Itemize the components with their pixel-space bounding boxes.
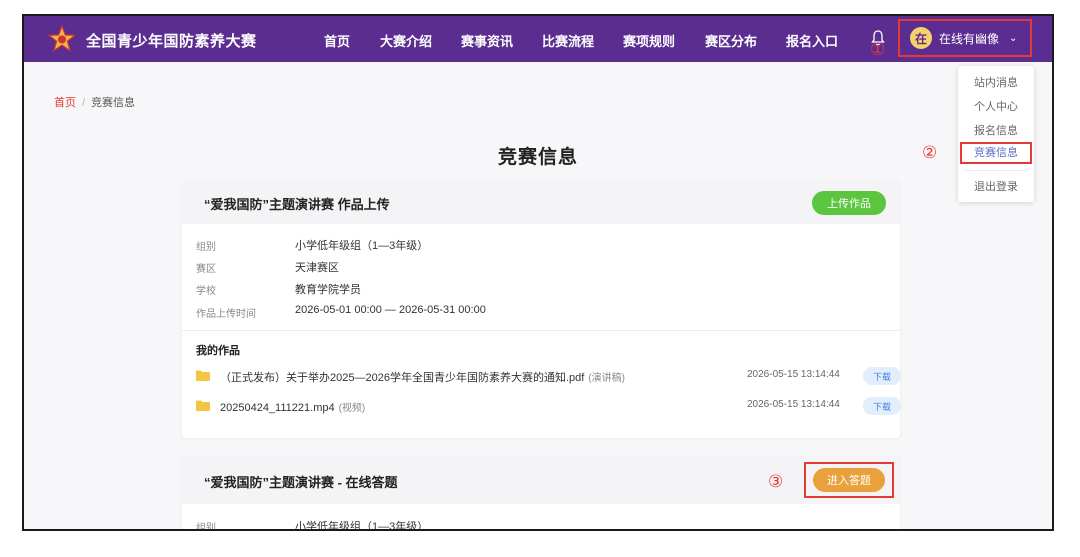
- folder-icon: [196, 370, 210, 381]
- info-value-group: 小学低年级组（1—3年级）: [295, 521, 429, 531]
- menu-item-profile[interactable]: 个人中心: [958, 98, 1034, 114]
- info-value-school: 教育学院学员: [295, 284, 361, 296]
- highlight-box: 进入答题: [804, 462, 894, 498]
- my-works-heading: 我的作品: [196, 345, 240, 357]
- menu-item-registration[interactable]: 报名信息: [958, 122, 1034, 138]
- download-button[interactable]: 下载: [863, 367, 901, 385]
- menu-item-logout[interactable]: 退出登录: [958, 178, 1034, 194]
- competition-card-upload: “爱我国防”主题演讲赛 作品上传 上传作品 组别 小学低年级组（1—3年级） 赛…: [182, 180, 901, 438]
- avatar: 在: [910, 27, 932, 49]
- info-label-group: 组别: [196, 242, 216, 253]
- folder-icon: [196, 400, 210, 411]
- info-label-school: 学校: [196, 286, 216, 297]
- card-title: “爱我国防”主题演讲赛 - 在线答题: [204, 475, 398, 490]
- card-header: “爱我国防”主题演讲赛 作品上传 上传作品: [182, 180, 900, 224]
- nav-news[interactable]: 赛事资讯: [461, 31, 513, 50]
- top-navbar: 全国青少年国防素养大赛 首页 大赛介绍 赛事资讯 比赛流程 赛项规则 赛区分布 …: [24, 16, 1052, 62]
- site-title[interactable]: 全国青少年国防素养大赛: [86, 30, 257, 51]
- nav-regions[interactable]: 赛区分布: [705, 31, 757, 50]
- file-upload-time: 2026-05-15 13:14:44: [747, 369, 840, 380]
- browser-frame: 全国青少年国防素养大赛 首页 大赛介绍 赛事资讯 比赛流程 赛项规则 赛区分布 …: [22, 14, 1054, 531]
- info-label-region: 赛区: [196, 264, 216, 275]
- menu-item-competition-info[interactable]: 竞赛信息: [960, 142, 1032, 164]
- nav-home[interactable]: 首页: [324, 31, 350, 50]
- list-item: （正式发布）关于举办2025—2026学年全国青少年国防素养大赛的通知.pdf(…: [196, 366, 901, 386]
- step-marker-3: ③: [768, 472, 784, 492]
- card-header: “爱我国防”主题演讲赛 - 在线答题 进入答题: [182, 456, 900, 504]
- nav-about[interactable]: 大赛介绍: [380, 31, 432, 50]
- competition-card-quiz: “爱我国防”主题演讲赛 - 在线答题 进入答题 组别 小学低年级组（1—3年级）: [182, 456, 900, 531]
- info-value-region: 天津赛区: [295, 262, 339, 274]
- list-item: 20250424_111221.mp4 (视频) 2026-05-15 13:14…: [196, 396, 901, 416]
- file-name[interactable]: 20250424_111221.mp4 (视频): [220, 399, 365, 414]
- step-marker-1: ①: [870, 40, 886, 60]
- file-type-tag: (视频): [338, 403, 366, 414]
- user-menu-trigger[interactable]: 在 在线有幽像 ⌄: [898, 19, 1032, 57]
- menu-divider: [964, 170, 1028, 171]
- download-button[interactable]: 下载: [863, 397, 901, 415]
- breadcrumb-current: 竞赛信息: [91, 97, 136, 109]
- breadcrumb-home[interactable]: 首页: [54, 97, 76, 109]
- info-value-upload-time: 2026-05-01 00:00 — 2026-05-31 00:00: [295, 304, 486, 316]
- file-upload-time: 2026-05-15 13:14:44: [747, 399, 840, 410]
- menu-item-messages[interactable]: 站内消息: [958, 74, 1034, 90]
- nav-register[interactable]: 报名入口: [786, 31, 838, 50]
- upload-work-button[interactable]: 上传作品: [812, 191, 886, 215]
- info-label-upload-time: 作品上传时间: [196, 309, 256, 320]
- start-quiz-button[interactable]: 进入答题: [813, 468, 885, 492]
- nav-process[interactable]: 比赛流程: [542, 31, 594, 50]
- divider: [182, 330, 900, 331]
- breadcrumb: 首页 / 竞赛信息: [54, 94, 135, 110]
- card-title: “爱我国防”主题演讲赛 作品上传: [204, 197, 390, 212]
- step-marker-2: ②: [922, 143, 938, 163]
- chevron-down-icon: ⌄: [1009, 32, 1018, 44]
- page-title: 竞赛信息: [497, 147, 578, 168]
- file-type-tag: (演讲稿): [588, 373, 625, 384]
- star-emblem-icon: [48, 25, 76, 53]
- info-value-group: 小学低年级组（1—3年级）: [295, 240, 429, 252]
- user-dropdown-menu: 站内消息 个人中心 报名信息 竞赛信息 退出登录: [958, 66, 1034, 202]
- nav-rules[interactable]: 赛项规则: [623, 31, 675, 50]
- breadcrumb-separator: /: [82, 97, 86, 109]
- file-name[interactable]: （正式发布）关于举办2025—2026学年全国青少年国防素养大赛的通知.pdf(…: [220, 369, 625, 385]
- info-label-group: 组别: [196, 523, 216, 531]
- user-name: 在线有幽像: [939, 31, 1000, 46]
